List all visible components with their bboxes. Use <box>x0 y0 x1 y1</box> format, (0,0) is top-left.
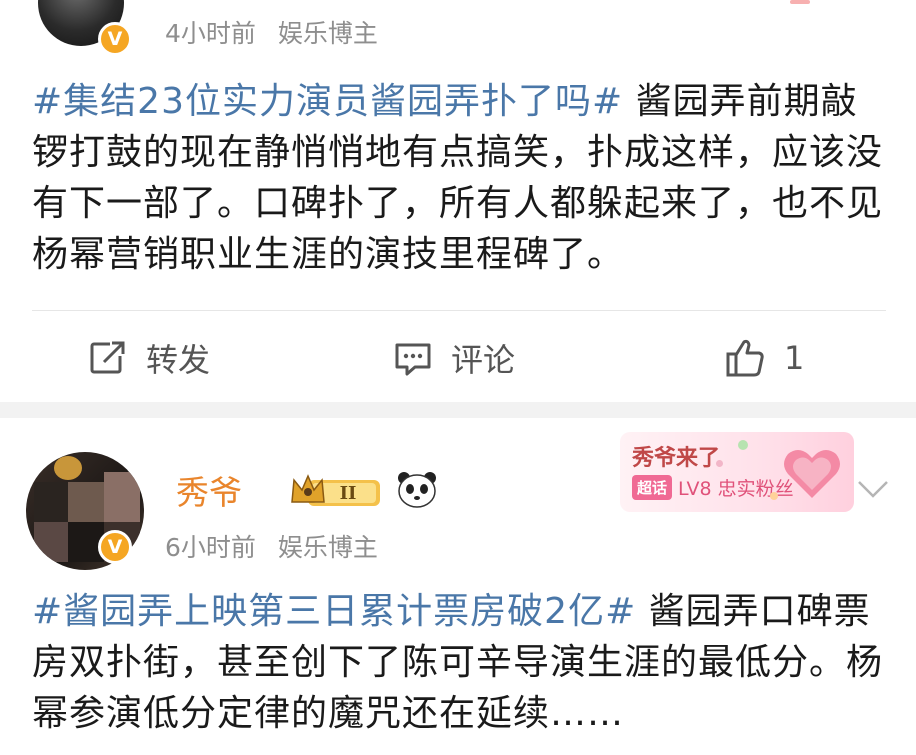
post-meta: 6小时前 娱乐博主 <box>165 528 378 564</box>
verified-v-icon: V <box>98 22 132 56</box>
fan-card-name: 秀爷来了 <box>632 446 721 471</box>
topic-link[interactable]: #集结23位实力演员酱园弄扑了吗# <box>32 81 623 122</box>
fan-card-edge <box>790 0 810 4</box>
post-source: 娱乐博主 <box>277 533 378 562</box>
confetti-dot <box>716 460 723 467</box>
avatar-frame-ornament <box>54 456 82 480</box>
post-text: #酱园弄上映第三日累计票房破2亿# 酱园弄口碑票房双扑街，甚至创下了陈可辛导演生… <box>32 586 887 739</box>
avatar-mosaic <box>68 482 104 522</box>
crown-badge-icon: II <box>291 474 380 506</box>
comment-button[interactable]: 评论 <box>393 328 515 388</box>
avatar-mosaic <box>34 482 68 522</box>
post-card-1: V 4小时前 娱乐博主 #集结23位实力演员酱园弄扑了吗# 酱园弄前期敲锣打鼓的现… <box>0 0 916 402</box>
heart-gift-icon <box>784 450 840 498</box>
verified-v-icon: V <box>98 530 132 564</box>
svg-text:II: II <box>340 483 357 504</box>
avatar-mosaic <box>104 472 140 522</box>
repost-button[interactable]: 转发 <box>88 328 210 388</box>
panda-emoji-icon <box>398 472 436 508</box>
comment-label: 评论 <box>451 341 516 379</box>
fan-card[interactable]: 秀爷来了 超话 LV8 忠实粉丝 <box>620 432 854 512</box>
thumbs-up-icon <box>726 339 764 377</box>
like-button[interactable]: 1 <box>724 328 804 388</box>
post-time: 4小时前 <box>165 19 256 48</box>
post-source: 娱乐博主 <box>277 19 378 48</box>
avatar-mosaic <box>34 522 68 562</box>
confetti-dot <box>770 492 778 500</box>
repost-icon <box>90 340 126 374</box>
like-count: 1 <box>784 339 805 377</box>
chevron-down-icon[interactable] <box>856 478 890 500</box>
repost-label: 转发 <box>146 341 211 379</box>
topic-link[interactable]: #酱园弄上映第三日累计票房破2亿# <box>32 591 636 632</box>
post-meta: 4小时前 娱乐博主 <box>165 14 378 50</box>
post-text: #集结23位实力演员酱园弄扑了吗# 酱园弄前期敲锣打鼓的现在静悄悄地有点搞笑，扑… <box>32 76 887 280</box>
divider <box>32 310 886 311</box>
comment-icon <box>395 343 431 376</box>
username[interactable]: 秀爷 <box>176 466 242 514</box>
confetti-dot <box>738 440 748 450</box>
super-topic-tag: 超话 <box>632 475 673 500</box>
post-time: 6小时前 <box>165 533 256 562</box>
feed-separator <box>0 402 916 418</box>
